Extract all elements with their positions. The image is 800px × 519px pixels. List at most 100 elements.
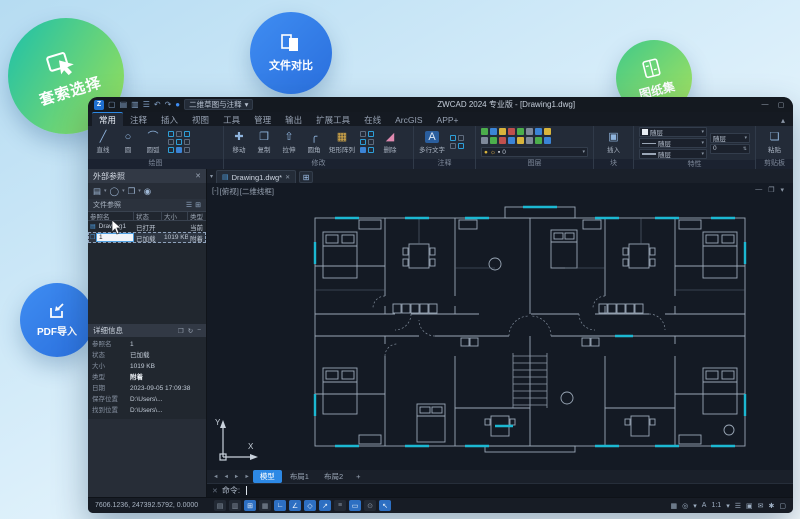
lineweight-dropdown[interactable]: 随层 ▾ <box>639 149 707 159</box>
tab-output[interactable]: 输出 <box>278 113 309 126</box>
save-file-icon[interactable]: ▥ <box>131 100 139 109</box>
viewport-visualstyle-control[interactable]: [二维线框] <box>240 186 274 197</box>
stretch-button[interactable]: ⇧ 拉伸 <box>279 131 299 154</box>
selection-cycling-toggle[interactable]: ↖ <box>379 500 391 511</box>
ortho-toggle[interactable]: ∟ <box>274 500 286 511</box>
chevron-down-icon[interactable]: ▾ <box>726 502 730 510</box>
annotation-scale[interactable]: 1:1 <box>711 502 721 509</box>
tab-tools[interactable]: 工具 <box>216 113 247 126</box>
otrack-toggle[interactable]: ↗ <box>319 500 331 511</box>
add-layout-button[interactable]: + <box>351 472 365 481</box>
undo-icon[interactable]: ↶ <box>154 100 161 109</box>
tab-express[interactable]: 扩展工具 <box>309 113 357 126</box>
open-file-icon[interactable]: ▤ <box>120 100 128 109</box>
tab-insert[interactable]: 插入 <box>154 113 185 126</box>
prev-layout-icon[interactable]: ◄ <box>221 474 230 480</box>
new-document-tab-button[interactable]: ⊞ <box>299 171 314 183</box>
refresh-icon[interactable]: ↻ <box>188 327 193 335</box>
command-close-icon[interactable]: ✕ <box>212 487 218 495</box>
settings-icon[interactable]: ◉ <box>144 186 151 197</box>
panel-modify-label[interactable]: 修改 <box>224 159 413 169</box>
ribbon-collapse-icon[interactable]: ▴ <box>781 116 793 126</box>
tab-list-icon[interactable]: ▾ <box>210 173 213 180</box>
chevron-down-icon[interactable]: ▾ <box>122 188 125 194</box>
snap-toggle[interactable]: ⊞ <box>244 500 256 511</box>
lineweight-toggle[interactable]: ≡ <box>334 500 346 511</box>
workspace-switch-icon[interactable]: ☰ <box>735 502 741 510</box>
tab-view[interactable]: 视图 <box>185 113 216 126</box>
tab-layout1[interactable]: 布局1 <box>283 470 316 483</box>
minimize-button[interactable]: — <box>759 101 771 108</box>
first-layout-icon[interactable]: ◄ <box>211 474 220 480</box>
redo-icon[interactable]: ↷ <box>165 100 172 109</box>
tab-home[interactable]: 常用 <box>92 111 124 126</box>
panel-draw-label[interactable]: 绘图 <box>88 159 223 169</box>
last-layout-icon[interactable]: ► <box>242 474 251 480</box>
list-view-icon[interactable]: ☰ <box>186 201 192 209</box>
layer-tools-grid[interactable] <box>481 128 588 145</box>
tab-manage[interactable]: 管理 <box>247 113 278 126</box>
document-tab[interactable]: ▤ Drawing1.dwg* ✕ <box>216 170 297 183</box>
chevron-down-icon[interactable]: ▾ <box>104 188 107 194</box>
erase-button[interactable]: ◢ 删除 <box>380 131 400 154</box>
settings-gear-icon[interactable]: ✱ <box>769 502 775 510</box>
drawing-canvas[interactable]: [-] [俯视] [二维线框] — ❐ ▾ Y X <box>207 183 793 470</box>
attach-file-icon[interactable]: ❐ <box>128 186 136 197</box>
attach-dwg-icon[interactable]: ▤ <box>93 186 101 197</box>
paper-space-icon[interactable]: ▥ <box>229 500 241 511</box>
tab-annotate[interactable]: 注释 <box>123 113 154 126</box>
refresh-icon[interactable]: ◯ <box>110 186 120 197</box>
paste-button[interactable]: ❏ 粘贴 <box>765 131 785 154</box>
next-layout-icon[interactable]: ► <box>232 474 241 480</box>
model-space-icon[interactable]: ▤ <box>214 500 226 511</box>
viewport-view-control[interactable]: [俯视] <box>220 186 239 197</box>
tab-online[interactable]: 在线 <box>357 113 388 126</box>
canvas-minimize-icon[interactable]: — <box>755 186 762 194</box>
grid-toggle[interactable]: ▦ <box>259 500 271 511</box>
new-file-icon[interactable]: ▢ <box>108 100 116 109</box>
annotate-tools-grid[interactable] <box>450 135 465 150</box>
tab-model[interactable]: 模型 <box>252 470 282 483</box>
copy-button[interactable]: ❐ 复制 <box>254 131 274 154</box>
close-icon[interactable]: ✕ <box>195 172 201 180</box>
table-row[interactable]: ▤ Drawing1 已打开 当前 <box>88 221 206 232</box>
arc-button[interactable]: ⌒ 圆弧 <box>143 131 163 154</box>
layer-dropdown[interactable]: ● ☼ ▪ 0 ▾ <box>481 147 588 157</box>
circle-button[interactable]: ○ 圆 <box>118 131 138 154</box>
viewport-minus-control[interactable]: [-] <box>212 186 219 197</box>
annotation-icon[interactable]: A <box>702 502 707 509</box>
message-icon[interactable]: ✉ <box>758 502 764 510</box>
app-logo-icon[interactable]: Z <box>94 99 104 110</box>
tree-view-icon[interactable]: ⊞ <box>195 201 201 209</box>
draw-tools-grid[interactable] <box>168 131 191 154</box>
transparency-spinner[interactable]: 0 ⇅ <box>710 143 750 154</box>
modify-tools-grid[interactable] <box>360 131 375 154</box>
move-button[interactable]: ✚ 移动 <box>229 131 249 154</box>
hardware-accel-icon[interactable]: ▣ <box>746 502 753 510</box>
details-panel-icon[interactable]: ❐ <box>178 327 184 335</box>
line-button[interactable]: ╱ 直线 <box>93 131 113 154</box>
chevron-down-icon[interactable]: ▾ <box>138 188 141 194</box>
panel-layers-label[interactable]: 图层 <box>476 159 593 169</box>
array-button[interactable]: ▦ 矩形阵列 <box>329 131 355 154</box>
polar-toggle[interactable]: ∠ <box>289 500 301 511</box>
osnap-toggle[interactable]: ◇ <box>304 500 316 511</box>
fillet-button[interactable]: ╭ 圆角 <box>304 131 324 154</box>
panel-clipboard-label[interactable]: 剪贴板 <box>756 159 793 169</box>
color-dropdown[interactable]: 随层 ▾ <box>639 127 707 137</box>
panel-annotate-label[interactable]: 注释 <box>414 159 475 169</box>
tab-app-plus[interactable]: APP+ <box>430 113 466 126</box>
plotstyle-dropdown[interactable]: 随层 ▾ <box>710 132 750 143</box>
dyn-toggle[interactable]: ▭ <box>349 500 361 511</box>
chevron-down-icon[interactable]: ▾ <box>693 502 697 510</box>
transparency-toggle[interactable]: ⊙ <box>364 500 376 511</box>
workspace-grid-icon[interactable]: ▦ <box>671 502 678 510</box>
insert-block-button[interactable]: ▣ 插入 <box>604 131 624 154</box>
collapse-icon[interactable]: − <box>197 327 201 335</box>
close-tab-icon[interactable]: ✕ <box>285 174 290 181</box>
fullscreen-icon[interactable]: ▢ <box>779 502 786 510</box>
linetype-dropdown[interactable]: 随层 ▾ <box>639 138 707 148</box>
canvas-menu-icon[interactable]: ▾ <box>780 186 784 194</box>
table-row-editing[interactable]: ❐ 已加载 1019 KB 附着 <box>88 232 206 243</box>
tab-layout2[interactable]: 布局2 <box>317 470 350 483</box>
